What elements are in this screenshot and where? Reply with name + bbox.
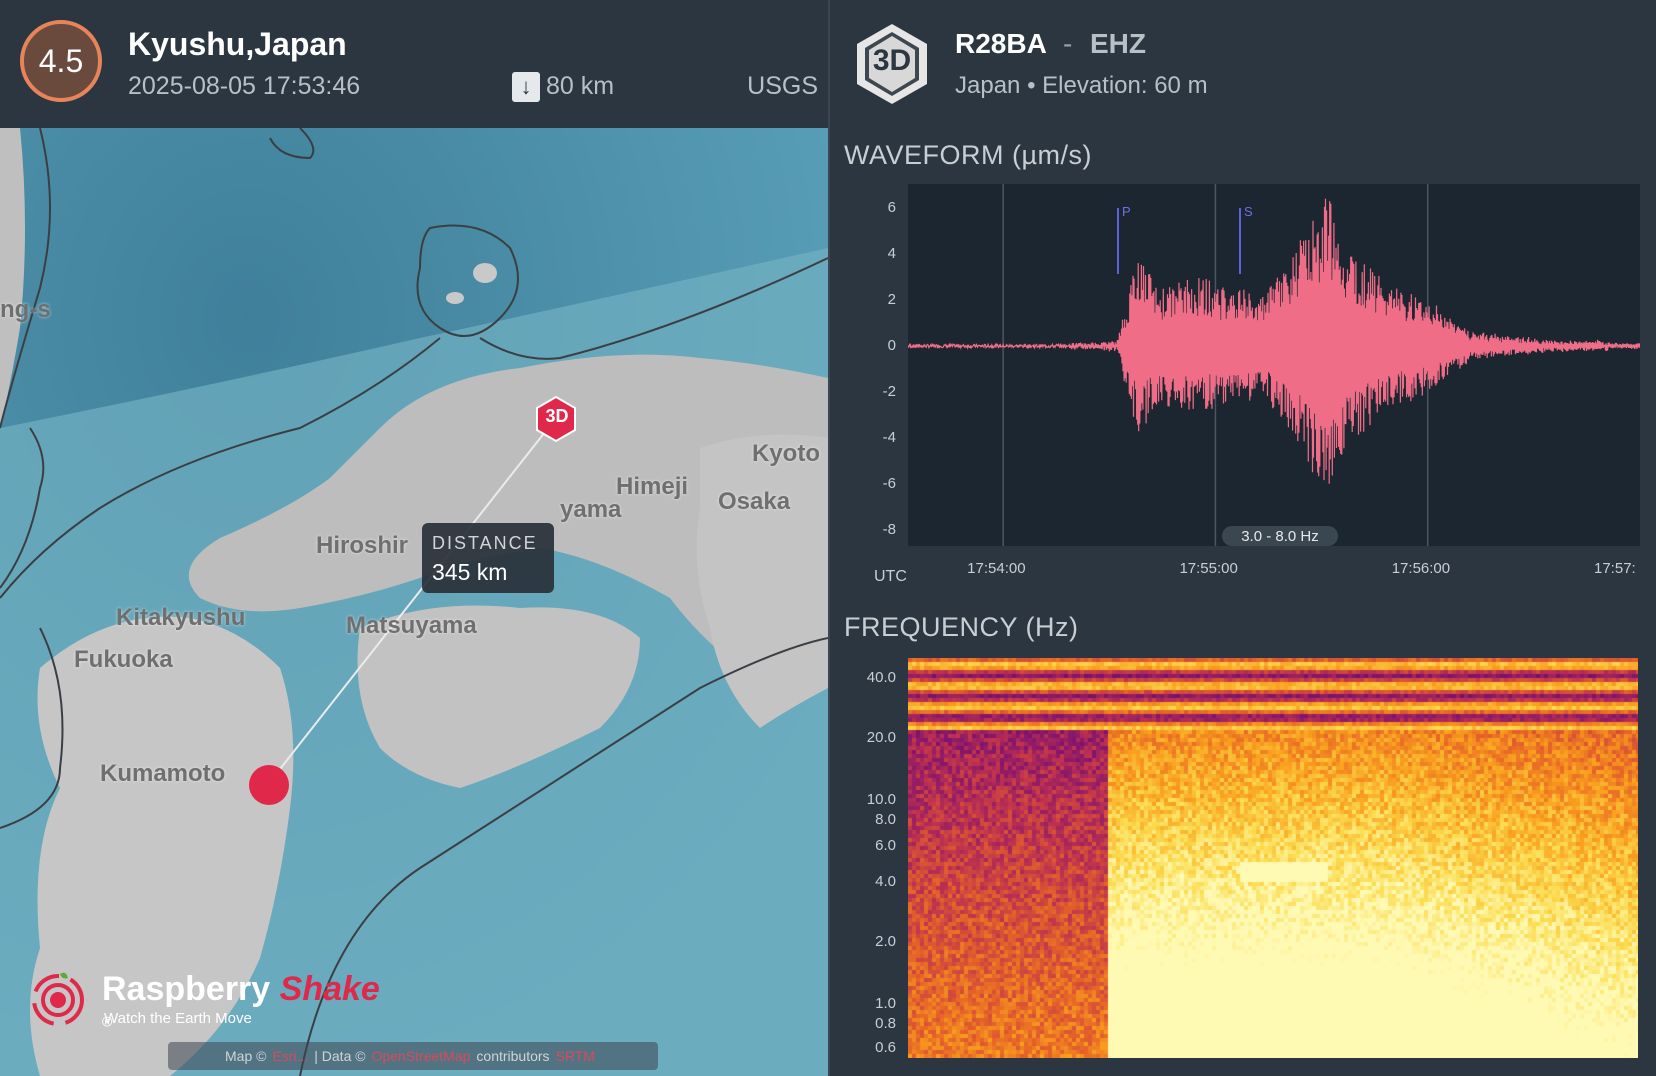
frequency-y-tick: 0.8 [875, 1015, 896, 1032]
s-phase-label: S [1244, 204, 1253, 219]
raspberry-shake-logo[interactable]: Raspberry Shake ® Watch the Earth Move [30, 970, 390, 1030]
waveform-y-tick: -8 [882, 521, 896, 538]
waveform-x-tick: 17:54:00 [967, 560, 1026, 577]
city-label: Kumamoto [100, 760, 226, 787]
city-label: Himeji [616, 473, 689, 500]
event-location: Kyushu,Japan [128, 26, 347, 62]
station-channel[interactable]: EHZ [1090, 28, 1146, 60]
event-source[interactable]: USGS [747, 72, 818, 101]
frequency-y-tick: 1.0 [875, 995, 896, 1012]
waveform-title: WAVEFORM (µm/s) [844, 140, 1093, 170]
spectrogram-canvas [908, 658, 1638, 1058]
distance-value: 345 km [432, 559, 508, 585]
station-separator: - [1063, 28, 1073, 59]
waveform-plot[interactable]: P S 3.0 - 8.0 Hz [907, 184, 1641, 546]
frequency-y-tick: 20.0 [866, 729, 896, 746]
city-label: Fukuoka [74, 646, 173, 673]
arrow-down-icon: ↓ [512, 72, 540, 102]
waveform-y-tick: 4 [887, 245, 896, 262]
waveform-y-tick: 2 [887, 291, 896, 308]
event-depth: 80 km [546, 72, 615, 100]
frequency-y-tick: 0.6 [875, 1039, 896, 1056]
logo-name: Raspberry Shake ® [102, 970, 380, 1030]
station-meta: Japan • Elevation: 60 m [955, 72, 1208, 99]
waveform-x-label: UTC [874, 568, 907, 585]
city-label: Hiroshir [316, 532, 409, 559]
waveform-x-tick: 17:57: [1594, 560, 1636, 577]
attribution-link[interactable]: OpenStreetMap [372, 1048, 471, 1064]
waveform-x-tick: 17:56:00 [1391, 560, 1451, 577]
spectrogram-plot[interactable] [908, 658, 1638, 1058]
attribution-link[interactable]: SRTM [556, 1048, 595, 1064]
event-header: 4.5 Kyushu,Japan 2025-08-05 17:53:46 ↓ 8… [0, 0, 828, 128]
city-label: Kyoto [752, 440, 820, 467]
station-marker-label[interactable]: 3D [540, 406, 574, 427]
logo-tagline: Watch the Earth Move [104, 1010, 252, 1027]
station-panel: 3D R28BA - EHZ Japan • Elevation: 60 m W… [830, 0, 1656, 1076]
logo-icon [32, 972, 84, 1026]
waveform-y-tick: -4 [882, 429, 896, 446]
waveform-x-tick: 17:55:00 [1179, 560, 1238, 577]
distance-tooltip: DISTANCE 345 km [422, 523, 554, 593]
station-header: 3D R28BA - EHZ Japan • Elevation: 60 m [830, 0, 1656, 128]
station-badge-label: 3D [872, 44, 912, 77]
frequency-y-tick: 4.0 [875, 873, 896, 890]
city-label: ng-s [0, 296, 51, 323]
waveform-y-tick: 6 [887, 199, 896, 216]
event-panel: 4.5 Kyushu,Japan 2025-08-05 17:53:46 ↓ 8… [0, 0, 828, 1076]
p-phase-label: P [1122, 204, 1131, 219]
city-label: yama [560, 496, 622, 523]
waveform-series [907, 198, 1641, 484]
city-label: Kitakyushu [116, 604, 246, 631]
waveform-y-tick: -6 [882, 475, 896, 492]
frequency-title: FREQUENCY (Hz) [844, 612, 1079, 642]
filter-band-badge[interactable]: 3.0 - 8.0 Hz [1222, 526, 1338, 546]
frequency-y-tick: 8.0 [875, 811, 896, 828]
city-label: Matsuyama [346, 612, 477, 639]
attribution-link[interactable]: Esri... [272, 1048, 308, 1064]
magnitude-badge[interactable]: 4.5 [20, 20, 102, 102]
map-view[interactable]: 3D Kyoto Himeji Osaka Hiroshir yama Kita… [0, 128, 828, 1076]
frequency-y-tick: 10.0 [866, 791, 896, 808]
frequency-y-tick: 2.0 [875, 933, 896, 950]
waveform-y-tick: -2 [882, 383, 896, 400]
frequency-y-tick: 6.0 [875, 837, 896, 854]
epicenter-marker [249, 765, 289, 805]
station-code[interactable]: R28BA [955, 28, 1047, 60]
frequency-y-tick: 40.0 [866, 669, 896, 686]
distance-label: DISTANCE [432, 533, 538, 553]
city-label: Osaka [718, 488, 791, 515]
map-attribution: Map © Esri... | Data © OpenStreetMap con… [168, 1042, 658, 1070]
event-time: 2025-08-05 17:53:46 [128, 72, 361, 100]
waveform-y-tick: 0 [887, 337, 896, 354]
